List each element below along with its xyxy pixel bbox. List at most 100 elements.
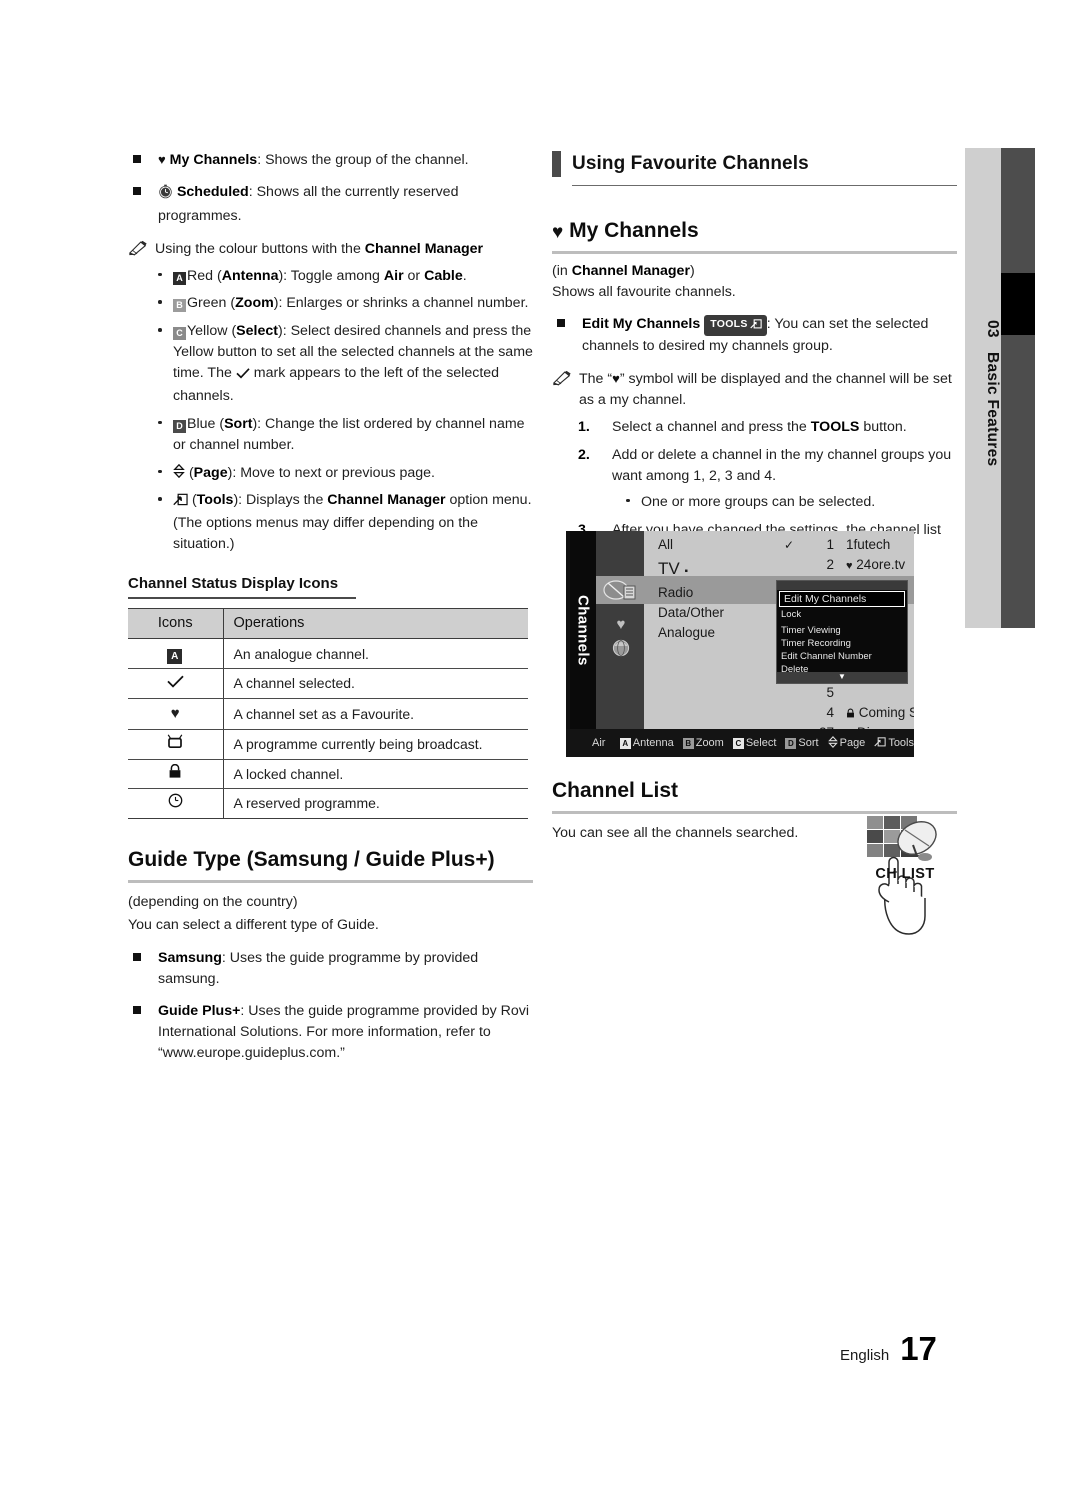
tv-channel-number[interactable]: 2 xyxy=(798,555,834,575)
tv-menu-item-timer-viewing[interactable]: Timer Viewing xyxy=(777,624,907,637)
my-channels-heading-row: ♥ My Channels xyxy=(552,216,957,251)
side-tab-dark-strip xyxy=(1001,148,1035,628)
tv-category-radio[interactable]: Radio xyxy=(658,583,754,603)
footer-page-number: 17 xyxy=(900,1330,937,1367)
note-heart-symbol: The “♥” symbol will be displayed and the… xyxy=(552,369,957,411)
tv-key-tools[interactable]: Tools xyxy=(874,736,914,750)
square-bullet-icon xyxy=(557,319,565,328)
colour-paren-antenna: Antenna xyxy=(221,267,279,284)
bullet-my-channels: ♥ My Channels: Shows the group of the ch… xyxy=(128,150,533,171)
table-cell-operation: A locked channel. xyxy=(223,759,528,790)
note-colour-buttons-text: Using the colour buttons with the Channe… xyxy=(155,240,484,257)
table-header-operations: Operations xyxy=(223,608,528,640)
page-updown-icon xyxy=(827,735,838,751)
dot-bullet-icon xyxy=(158,300,162,304)
page-updown-icon xyxy=(173,463,185,483)
tv-footer-bar: Air A Antenna B Zoom C Select D Sort Page To… xyxy=(566,729,914,757)
tv-category-all[interactable]: All xyxy=(658,535,754,555)
tv-channel-number[interactable]: ✓ 1 xyxy=(784,535,834,555)
table-row: A programme currently being broadcast. xyxy=(128,729,528,760)
table-row: ♥ A channel set as a Favourite. xyxy=(128,698,528,730)
tv-channel-name-row[interactable]: Coming Soon xyxy=(846,703,914,723)
tv-channel-number[interactable]: 4 xyxy=(798,703,834,723)
tools-icon xyxy=(749,318,762,334)
my-channels-heading-block: ♥ My Channels xyxy=(552,216,957,255)
heart-glyph: ♥ xyxy=(170,704,180,722)
tv-category-tv[interactable]: TV ▪ xyxy=(658,555,754,583)
tv-key-page[interactable]: Page xyxy=(827,735,865,751)
tv-menu-item-lock[interactable]: Lock xyxy=(777,608,907,621)
tv-screen-mockup: Channels ♥ All TV ▪ Radio Data/Other Ana… xyxy=(566,531,914,757)
square-bullet-icon xyxy=(133,155,141,163)
clock-icon xyxy=(158,184,173,206)
tv-menu-item-edit-channel-number[interactable]: Edit Channel Number xyxy=(777,650,907,663)
step-number: 2. xyxy=(578,446,590,463)
heading-rule xyxy=(572,184,957,187)
step-2-sub-item: One or more groups can be selected. xyxy=(624,492,957,513)
tools-badge-label: TOOLS xyxy=(710,318,748,331)
tv-channel-name-row[interactable]: ♥ 24ore.tv xyxy=(846,555,914,575)
step-bold-tools: TOOLS xyxy=(810,419,860,436)
footer-language: English xyxy=(840,1347,890,1364)
chapter-label: Basic Features xyxy=(984,351,1001,467)
tv-channel-name[interactable]: 1futech xyxy=(846,535,914,555)
square-bullet-icon xyxy=(133,186,141,195)
guide-sub-select: You can select a different type of Guide… xyxy=(128,917,379,934)
blue-button-icon: D xyxy=(173,419,186,433)
heart-icon: ♥ xyxy=(612,371,620,387)
table-cell-operation: A reserved programme. xyxy=(223,788,528,819)
shows-all-favourite: Shows all favourite channels. xyxy=(552,284,736,301)
tv-key-antenna[interactable]: A Antenna xyxy=(619,737,674,749)
ch-list-label: CH LIST xyxy=(875,866,935,882)
table-cell-operation: A programme currently being broadcast. xyxy=(223,729,528,760)
step-2-sublist: One or more groups can be selected. xyxy=(624,492,957,513)
chapter-side-tab: 03 Basic Features xyxy=(965,148,1035,628)
my-channels-rule xyxy=(552,251,957,255)
bullet-text-my-channels: : Shows the group of the channel. xyxy=(257,152,469,168)
tv-category-data-other[interactable]: Data/Other xyxy=(658,603,754,623)
bullet-guide-plus: Guide Plus+: Uses the guide programme pr… xyxy=(128,1001,533,1064)
table-header-icons: Icons xyxy=(128,608,224,640)
tv-key-select[interactable]: C Select xyxy=(732,737,776,749)
note-heart-suffix: ” symbol will be displayed and the chann… xyxy=(579,371,952,409)
bullet-term-my-channels: My Channels xyxy=(169,152,258,168)
clock-icon xyxy=(128,788,224,819)
tv-menu-item-edit-my-channels[interactable]: Edit My Channels xyxy=(779,591,905,607)
red-button-icon: A xyxy=(619,737,631,749)
table-row: A An analogue channel. xyxy=(128,638,528,670)
guide-term-guide-plus: Guide Plus+ xyxy=(158,1003,241,1020)
analogue-a-glyph: A xyxy=(167,649,183,665)
tv-rail-label: Channels xyxy=(570,531,596,729)
bullet-term-scheduled: Scheduled xyxy=(176,183,249,200)
colour-item-page: (Page): Move to next or previous page. xyxy=(156,463,533,484)
tv-channel-name: 24ore.tv xyxy=(856,557,906,572)
tv-key-hints: A Antenna B Zoom C Select D Sort Page Tools xyxy=(619,735,914,751)
lock-icon xyxy=(128,759,224,790)
bullet-scheduled: Scheduled: Shows all the currently reser… xyxy=(128,182,533,227)
table-cell-operation: An analogue channel. xyxy=(223,638,528,670)
tv-channel-number[interactable]: 5 xyxy=(798,683,834,703)
heart-icon: ♥ xyxy=(128,698,224,730)
guide-term-samsung: Samsung xyxy=(158,950,222,967)
colour-paren-zoom: Zoom xyxy=(235,295,274,312)
check-icon xyxy=(128,668,224,699)
dot-bullet-icon xyxy=(158,497,162,501)
tv-category-analogue[interactable]: Analogue xyxy=(658,623,754,643)
tv-key-zoom[interactable]: B Zoom xyxy=(682,737,724,749)
colour-paren-tools: Tools xyxy=(196,492,234,509)
table-header-row: Icons Operations xyxy=(128,608,528,640)
heart-icon: ♥ xyxy=(846,560,853,572)
dot-bullet-icon xyxy=(158,420,162,425)
square-bullet-icon xyxy=(133,1006,141,1015)
ch-list-illustration xyxy=(867,816,937,935)
pencil-note-icon xyxy=(552,370,572,386)
step-1: 1. Select a channel and press the TOOLS b… xyxy=(578,417,957,438)
note-heart-prefix: The “ xyxy=(579,371,613,388)
red-button-icon: A xyxy=(173,271,186,285)
table-cell-operation: A channel set as a Favourite. xyxy=(223,698,528,730)
blue-button-icon: D xyxy=(785,737,797,749)
heart-icon: ♥ xyxy=(552,222,564,244)
tv-menu-item-timer-recording[interactable]: Timer Recording xyxy=(777,637,907,650)
chevron-down-icon[interactable]: ▼ xyxy=(777,672,907,683)
tv-key-sort[interactable]: D Sort xyxy=(785,737,819,749)
